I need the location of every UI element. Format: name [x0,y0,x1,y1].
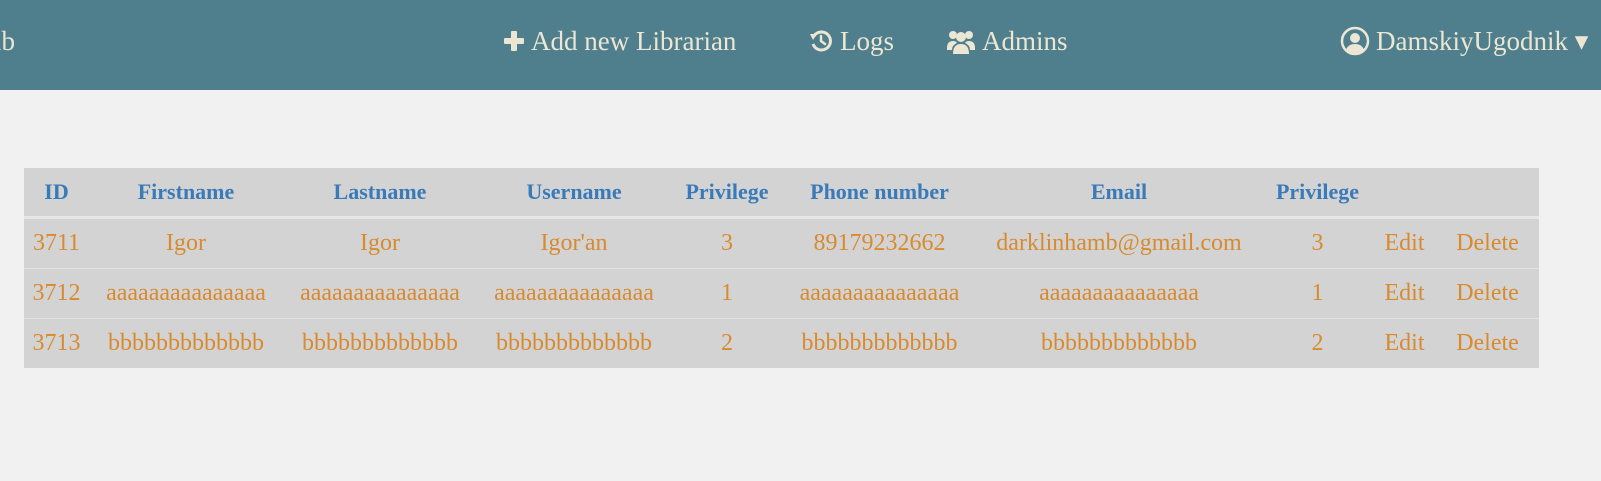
add-librarian-label: Add new Librarian [531,25,737,56]
cell-id: 3711 [32,230,81,256]
header-privilege: Privilege [671,168,783,219]
edit-link[interactable]: Edit [1373,218,1436,269]
admins-label: Admins [982,25,1068,56]
users-icon [946,28,982,54]
table-row: 3713 bbbbbbbbbbbbb bbbbbbbbbbbbb bbbbbbb… [24,318,1539,368]
cell-privilege-2: 2 [1262,318,1373,368]
cell-id: 3713 [24,318,89,368]
cell-username: bbbbbbbbbbbbb [477,318,671,368]
user-menu-label: DamskiyUgodnik ▾ [1376,25,1589,56]
librarians-table: ID Firstname Lastname Username Privilege… [24,168,1539,368]
cell-lastname: aaaaaaaaaaaaaaa [283,268,477,319]
edit-link[interactable]: Edit [1373,318,1436,368]
cell-lastname: Igor [360,230,400,256]
delete-link[interactable]: Delete [1436,268,1539,319]
header-privilege-2: Privilege [1262,168,1373,219]
cell-privilege-2: 3 [1311,230,1324,256]
cell-firstname: bbbbbbbbbbbbb [89,318,283,368]
cell-phone: bbbbbbbbbbbbb [783,318,976,368]
history-icon [808,28,840,54]
cell-email: aaaaaaaaaaaaaaa [976,268,1262,319]
table-row: 3711 Igor Igor Igor'an 3 89179232662 dar… [24,218,1539,269]
cell-firstname: Igor [166,230,206,256]
header-id: ID [24,168,89,219]
cell-username: Igor'an [540,230,608,256]
brand-link[interactable]: ib [0,0,15,82]
top-navbar: ib Add new Librarian Logs [0,0,1601,90]
header-delete [1436,168,1539,219]
cell-email: bbbbbbbbbbbbb [976,318,1262,368]
cell-privilege-2: 1 [1262,268,1373,319]
logs-link[interactable]: Logs [808,0,894,82]
cell-username: aaaaaaaaaaaaaaa [477,268,671,319]
brand-label: ib [0,25,16,56]
add-librarian-link[interactable]: Add new Librarian [503,0,736,82]
cell-email: darklinhamb@gmail.com [996,230,1242,256]
cell-firstname: aaaaaaaaaaaaaaa [89,268,283,319]
table-row: 3712 aaaaaaaaaaaaaaa aaaaaaaaaaaaaaa aaa… [24,268,1539,319]
header-edit [1373,168,1436,219]
user-circle-icon [1340,26,1376,56]
cell-privilege: 1 [671,268,783,319]
logs-label: Logs [840,25,894,56]
cell-phone: 89179232662 [813,230,946,256]
cell-id: 3712 [24,268,89,319]
header-phone: Phone number [783,168,976,219]
admins-link[interactable]: Admins [946,0,1068,82]
header-firstname: Firstname [89,168,283,219]
table-header-row: ID Firstname Lastname Username Privilege… [24,168,1539,219]
header-lastname: Lastname [283,168,477,219]
header-username: Username [477,168,671,219]
user-menu[interactable]: DamskiyUgodnik ▾ [1340,0,1588,82]
plus-icon [503,30,531,52]
delete-link[interactable]: Delete [1436,318,1539,368]
librarians-table-container: ID Firstname Lastname Username Privilege… [24,168,1539,368]
cell-lastname: bbbbbbbbbbbbb [283,318,477,368]
delete-link[interactable]: Delete [1436,218,1539,269]
edit-link[interactable]: Edit [1373,268,1436,319]
cell-privilege: 2 [671,318,783,368]
cell-phone: aaaaaaaaaaaaaaa [783,268,976,319]
header-email: Email [976,168,1262,219]
cell-privilege: 3 [721,230,733,256]
